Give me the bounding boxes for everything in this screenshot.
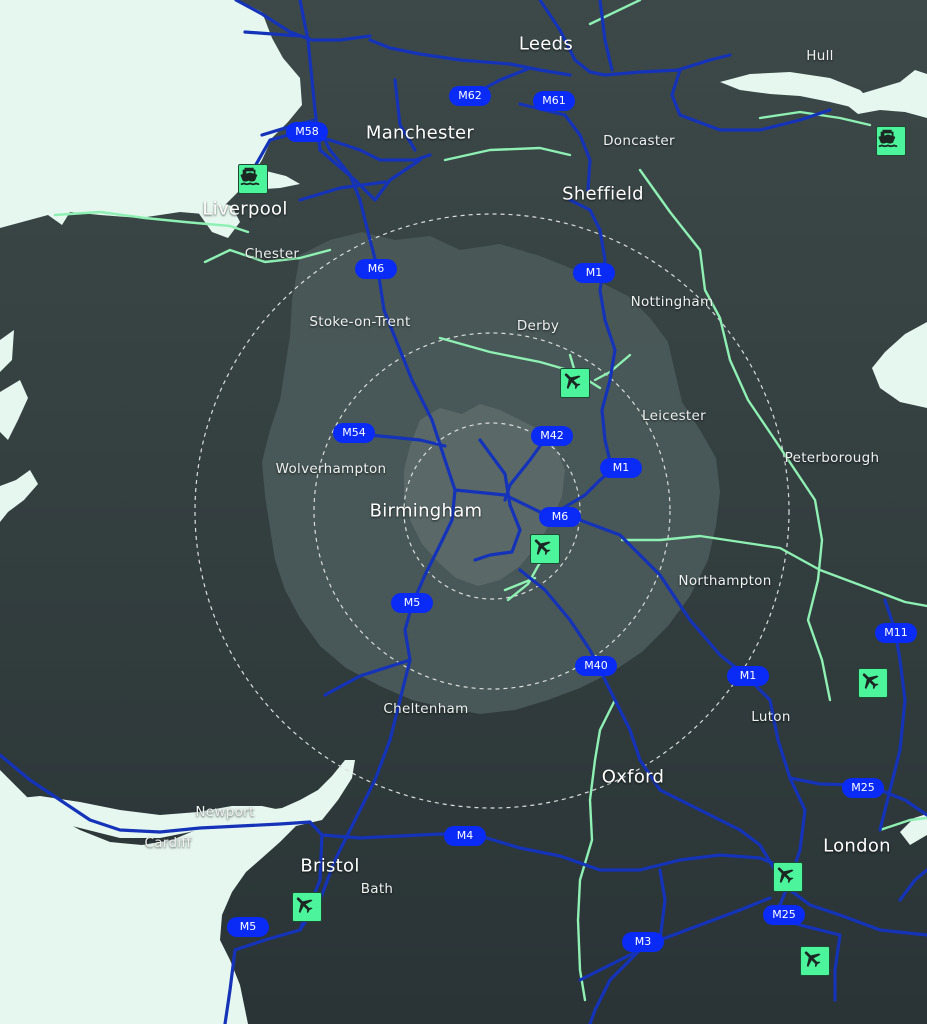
city-leicester[interactable]: Leicester xyxy=(642,408,706,424)
city-derby[interactable]: Derby xyxy=(517,318,559,334)
city-liverpool[interactable]: Liverpool xyxy=(202,199,287,220)
motorway-badge-m25-south[interactable]: M25 xyxy=(763,905,805,925)
city-bath[interactable]: Bath xyxy=(361,881,394,897)
airport-birmingham[interactable] xyxy=(530,534,560,564)
airplane-icon xyxy=(534,539,551,556)
city-cardiff[interactable]: Cardiff xyxy=(145,835,192,851)
motorway-badge-m1-south[interactable]: M1 xyxy=(727,666,769,686)
airport-bristol[interactable] xyxy=(292,892,322,922)
motorway-badge-m11[interactable]: M11 xyxy=(875,623,917,643)
city-birmingham[interactable]: Birmingham xyxy=(370,501,483,522)
motorway-badge-m1-north[interactable]: M1 xyxy=(573,263,615,283)
airplane-icon xyxy=(296,897,313,914)
city-london[interactable]: London xyxy=(823,836,891,857)
motorway-badge-m6-mid[interactable]: M6 xyxy=(539,507,581,527)
city-manchester[interactable]: Manchester xyxy=(366,123,474,144)
ship-icon xyxy=(240,167,260,186)
map-canvas[interactable]: Leeds Manchester Sheffield Liverpool Bir… xyxy=(0,0,927,1024)
motorway-badge-m5-south[interactable]: M5 xyxy=(227,917,269,937)
port-liverpool[interactable] xyxy=(238,164,268,194)
city-bristol[interactable]: Bristol xyxy=(300,856,359,877)
motorway-badge-m58[interactable]: M58 xyxy=(286,122,328,142)
city-chester[interactable]: Chester xyxy=(245,246,300,262)
city-luton[interactable]: Luton xyxy=(751,709,790,725)
city-sheffield[interactable]: Sheffield xyxy=(562,184,644,205)
motorway-badge-m3[interactable]: M3 xyxy=(622,932,664,952)
motorway-badge-m4[interactable]: M4 xyxy=(444,826,486,846)
city-stoke-on-trent[interactable]: Stoke-on-Trent xyxy=(309,314,410,330)
motorway-badge-m6-north[interactable]: M6 xyxy=(355,259,397,279)
airplane-icon xyxy=(564,373,581,390)
city-oxford[interactable]: Oxford xyxy=(602,767,664,788)
airplane-icon xyxy=(777,867,794,884)
city-leeds[interactable]: Leeds xyxy=(519,34,573,55)
ship-icon xyxy=(878,129,898,148)
motorway-badge-m25-north[interactable]: M25 xyxy=(842,778,884,798)
city-doncaster[interactable]: Doncaster xyxy=(603,133,675,149)
city-newport[interactable]: Newport xyxy=(195,804,254,820)
motorway-badge-m42[interactable]: M42 xyxy=(531,426,573,446)
motorway-badge-m61[interactable]: M61 xyxy=(533,91,575,111)
motorway-badge-m62[interactable]: M62 xyxy=(449,86,491,106)
motorway-badge-m40[interactable]: M40 xyxy=(575,656,617,676)
airport-luton[interactable] xyxy=(773,862,803,892)
city-cheltenham[interactable]: Cheltenham xyxy=(383,701,468,717)
city-northampton[interactable]: Northampton xyxy=(678,573,771,589)
airplane-icon xyxy=(804,951,821,968)
city-hull[interactable]: Hull xyxy=(806,48,833,64)
city-nottingham[interactable]: Nottingham xyxy=(631,294,714,310)
motorway-badge-m54[interactable]: M54 xyxy=(333,423,375,443)
port-hull[interactable] xyxy=(876,126,906,156)
motorway-badge-m5-mid[interactable]: M5 xyxy=(391,593,433,613)
airport-east-midlands[interactable] xyxy=(560,368,590,398)
city-wolverhampton[interactable]: Wolverhampton xyxy=(276,461,387,477)
city-peterborough[interactable]: Peterborough xyxy=(785,450,880,466)
airport-gatwick[interactable] xyxy=(800,946,830,976)
motorway-badge-m1-mid[interactable]: M1 xyxy=(600,458,642,478)
airport-stansted[interactable] xyxy=(858,668,888,698)
airplane-icon xyxy=(862,673,879,690)
